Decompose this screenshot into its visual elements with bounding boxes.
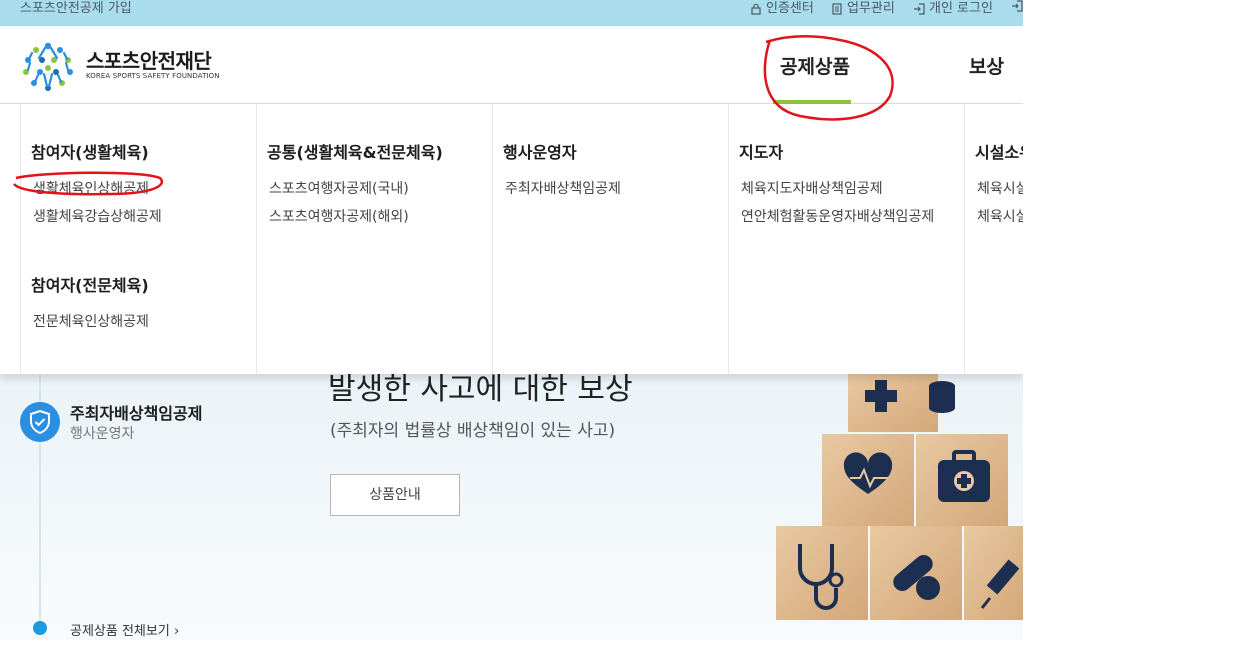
lock-icon	[751, 3, 761, 15]
menu-column-instructor: 지도자 체육지도자배상책임공제 연안체험활동운영자배상책임공제	[728, 104, 964, 374]
personal-login-link[interactable]: 개인 로그인	[913, 0, 993, 18]
viewport: 스포츠안전공제 가입 인증센터 업무관리 개인 로그인 스포츠안전재단 KORE…	[0, 0, 1023, 640]
mega-menu: 참여자(생활체육) 생활체육인상해공제 생활체육강습상해공제 참여자(전문체육)…	[0, 104, 1023, 374]
menu-link-life-lesson[interactable]: 생활체육강습상해공제	[33, 206, 162, 226]
logo[interactable]: 스포츠안전재단 KOREA SPORTS SAFETY FOUNDATION	[18, 36, 220, 94]
menu-link-facility-2[interactable]: 체육시설	[977, 206, 1023, 226]
site-header: 스포츠안전재단 KOREA SPORTS SAFETY FOUNDATION 공…	[0, 26, 1023, 104]
menu-heading-facility: 시설소유	[975, 143, 1023, 162]
menu-link-facility-1[interactable]: 체육시설	[977, 178, 1023, 198]
menu-heading-participant-pro: 참여자(전문체육)	[31, 276, 149, 295]
menu-link-travel-domestic[interactable]: 스포츠여행자공제(국내)	[269, 178, 409, 198]
menu-link-instructor-liability[interactable]: 체육지도자배상책임공제	[741, 178, 883, 198]
menu-column-common: 공통(생활체육&전문체육) 스포츠여행자공제(국내) 스포츠여행자공제(해외)	[256, 104, 492, 374]
hero-description: (주최자의 법률상 배상책임이 있는 사고)	[330, 421, 616, 441]
menu-column-event: 행사운영자 주최자배상책임공제	[492, 104, 728, 374]
product-title[interactable]: 주최자배상책임공제	[70, 400, 202, 424]
menu-heading-instructor: 지도자	[739, 143, 784, 162]
menu-column-facility: 시설소유 체육시설 체육시설	[964, 104, 1023, 374]
menu-link-travel-overseas[interactable]: 스포츠여행자공제(해외)	[269, 206, 409, 226]
login-icon	[914, 3, 925, 15]
coins-icon	[929, 381, 955, 413]
logo-english: KOREA SPORTS SAFETY FOUNDATION	[86, 72, 220, 80]
menu-link-life-injury[interactable]: 생활체육인상해공제	[33, 178, 149, 198]
timeline-dot	[33, 621, 47, 635]
join-link[interactable]: 스포츠안전공제 가입	[20, 0, 132, 18]
menu-column-participant: 참여자(생활체육) 생활체육인상해공제 생활체육강습상해공제 참여자(전문체육)…	[20, 104, 256, 374]
view-all-products-link[interactable]: 공제상품 전체보기 ›	[70, 620, 179, 639]
top-utility-bar: 스포츠안전공제 가입 인증센터 업무관리 개인 로그인	[0, 0, 1023, 26]
cert-center-link[interactable]: 인증센터	[750, 0, 814, 18]
logo-name: 스포츠안전재단	[86, 49, 212, 73]
product-guide-button[interactable]: 상품안내	[330, 474, 460, 516]
product-subtitle: 행사운영자	[70, 426, 135, 442]
personal-login-label: 개인 로그인	[929, 1, 993, 16]
gnb-item-products[interactable]: 공제상품	[780, 52, 850, 79]
chevron-right-icon: ›	[173, 624, 180, 639]
document-icon	[832, 3, 842, 15]
hero-section: 주최자배상책임공제 행사운영자 발생한 사고에 대한 보상 (주최자의 법률상 …	[0, 372, 1023, 640]
menu-link-pro-injury[interactable]: 전문체육인상해공제	[33, 311, 149, 331]
menu-link-coastal-liability[interactable]: 연안체험활동운영자배상책임공제	[741, 206, 934, 226]
foundation-logo-icon	[23, 42, 73, 91]
menu-heading-participant-life: 참여자(생활체육)	[31, 143, 149, 162]
login-icon	[1012, 0, 1023, 12]
view-all-label: 공제상품 전체보기	[70, 624, 170, 639]
menu-heading-event: 행사운영자	[503, 143, 577, 162]
menu-link-host-liability[interactable]: 주최자배상책임공제	[505, 178, 621, 198]
gnb-item-compensation[interactable]: 보상	[969, 52, 1004, 79]
shield-icon	[20, 402, 60, 442]
work-manage-label: 업무관리	[847, 1, 895, 16]
login-icon-partial[interactable]	[1011, 0, 1023, 12]
work-manage-link[interactable]: 업무관리	[831, 0, 895, 18]
menu-heading-common: 공통(생활체육&전문체육)	[267, 143, 443, 162]
medical-blocks-illustration	[776, 374, 1023, 620]
cert-center-label: 인증센터	[766, 1, 814, 16]
